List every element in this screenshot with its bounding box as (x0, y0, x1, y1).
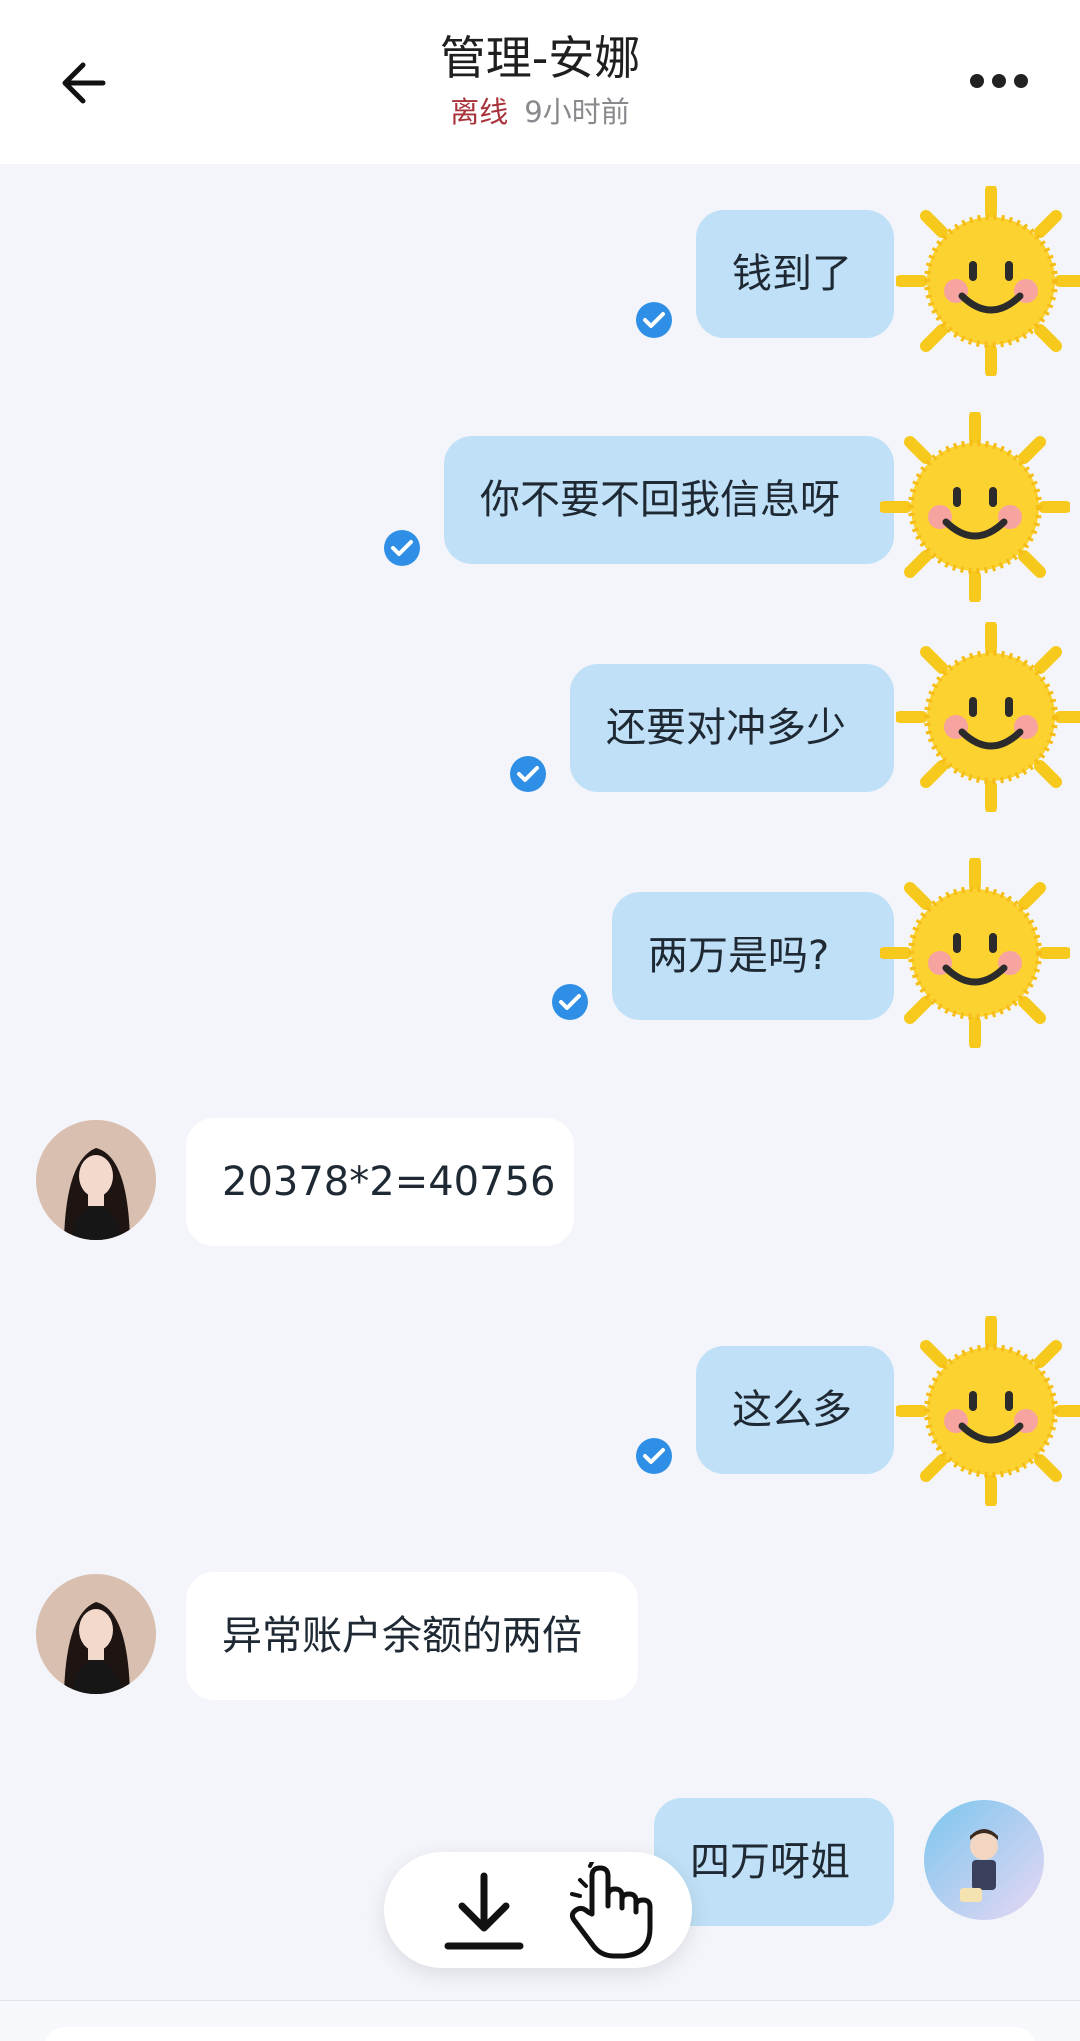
message-bubble-outgoing[interactable]: 钱到了 (696, 210, 894, 338)
message-bubble-outgoing[interactable]: 两万是吗? (612, 892, 894, 1020)
sun-smile-icon (880, 412, 1070, 602)
chat-title: 管理-安娜 (439, 31, 641, 85)
message-bubble-outgoing[interactable]: 这么多 (696, 1346, 894, 1474)
more-button[interactable] (962, 56, 1036, 106)
message-input[interactable] (44, 2027, 1036, 2041)
read-receipt-icon (384, 530, 420, 566)
message-bubble-incoming[interactable]: 异常账户余额的两倍 (186, 1572, 638, 1700)
floating-toolbar (384, 1852, 692, 1968)
message-bubble-outgoing[interactable]: 你不要不回我信息呀 (444, 436, 894, 564)
chat-header: 管理-安娜 离线 9小时前 (0, 0, 1080, 164)
sun-smile-icon (880, 858, 1070, 1048)
avatar[interactable] (36, 1574, 156, 1694)
status-badge: 离线 (450, 95, 509, 129)
read-receipt-icon (552, 984, 588, 1020)
hand-pointer-icon[interactable] (562, 1862, 662, 1962)
my-avatar[interactable] (924, 1800, 1044, 1920)
more-horizontal-icon (970, 74, 1028, 88)
composer-bar (0, 2000, 1080, 2041)
message-bubble-incoming[interactable]: 20378*2=40756 (186, 1118, 574, 1246)
contact-avatar-icon (36, 1120, 156, 1240)
contact-avatar-icon (36, 1574, 156, 1694)
read-receipt-icon (510, 756, 546, 792)
sun-smile-icon (896, 622, 1080, 812)
avatar[interactable] (36, 1120, 156, 1240)
user-avatar-icon (924, 1800, 1044, 1920)
presence-line: 离线 9小时前 (0, 92, 1080, 132)
message-bubble-outgoing[interactable]: 还要对冲多少 (570, 664, 894, 792)
sun-smile-icon (896, 1316, 1080, 1506)
download-icon[interactable] (440, 1870, 528, 1954)
last-seen: 9小时前 (524, 95, 630, 129)
read-receipt-icon (636, 1438, 672, 1474)
sun-smile-icon (896, 186, 1080, 376)
read-receipt-icon (636, 302, 672, 338)
